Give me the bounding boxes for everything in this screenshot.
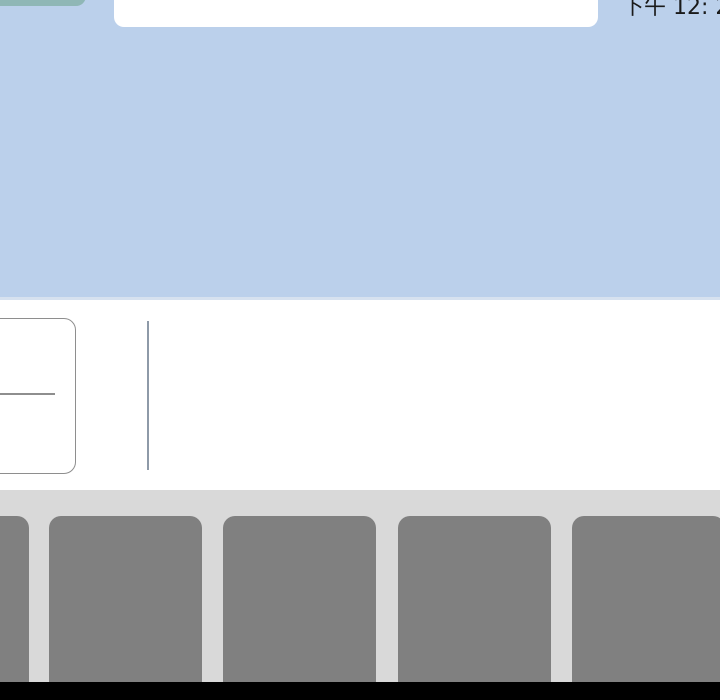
minus-icon bbox=[0, 393, 55, 395]
keyboard-key[interactable] bbox=[398, 516, 551, 690]
avatar[interactable] bbox=[0, 0, 86, 6]
message-input-bar bbox=[0, 300, 720, 490]
navigation-bar bbox=[0, 682, 720, 700]
chat-area[interactable]: 下午 12: 2 bbox=[0, 0, 720, 297]
message-bubble[interactable] bbox=[114, 0, 598, 27]
keyboard-key[interactable] bbox=[0, 516, 29, 690]
message-timestamp: 下午 12: 2 bbox=[622, 0, 720, 20]
attach-button[interactable] bbox=[0, 318, 76, 474]
keyboard-key[interactable] bbox=[572, 516, 720, 690]
text-cursor bbox=[147, 321, 149, 470]
keyboard-key[interactable] bbox=[49, 516, 202, 690]
keyboard bbox=[0, 490, 720, 690]
keyboard-key[interactable] bbox=[223, 516, 376, 690]
